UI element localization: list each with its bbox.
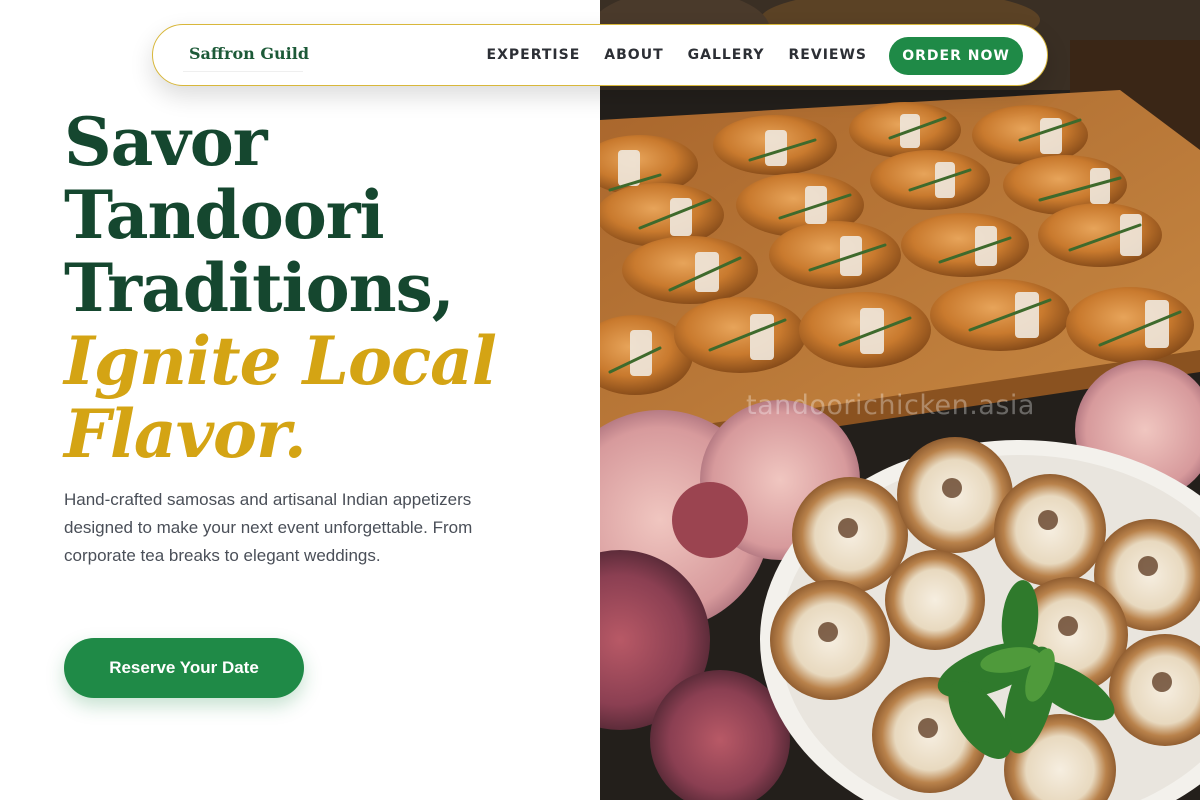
reserve-date-button[interactable]: Reserve Your Date [64,638,304,698]
brand-logo-text[interactable]: Saffron Guild [189,44,309,63]
brand-divider [183,71,303,72]
headline-line: Savor [64,103,268,181]
headline-line: Tandoori [64,176,385,254]
headline-line: Traditions, [64,249,455,327]
nav-link-gallery[interactable]: GALLERY [688,47,765,63]
order-now-button[interactable]: ORDER NOW [889,37,1023,75]
hero-text-panel: Savor Tandoori Traditions, Ignite Local … [0,0,600,800]
top-navigation: Saffron Guild EXPERTISE ABOUT GALLERY RE… [152,24,1048,86]
nav-links: EXPERTISE ABOUT GALLERY REVIEWS [487,25,867,85]
headline-accent-line: Ignite Local [64,322,497,400]
photo-watermark: tandoorichicken.asia [746,390,1035,421]
nav-link-reviews[interactable]: REVIEWS [789,47,867,63]
hero-food-photo: tandoorichicken.asia [600,0,1200,800]
hero-description: Hand-crafted samosas and artisanal India… [64,490,473,565]
headline-accent-line: Flavor. [64,395,307,473]
hero-headline: Savor Tandoori Traditions, Ignite Local … [64,103,497,473]
nav-link-about[interactable]: ABOUT [604,47,663,63]
nav-link-expertise[interactable]: EXPERTISE [487,47,581,63]
